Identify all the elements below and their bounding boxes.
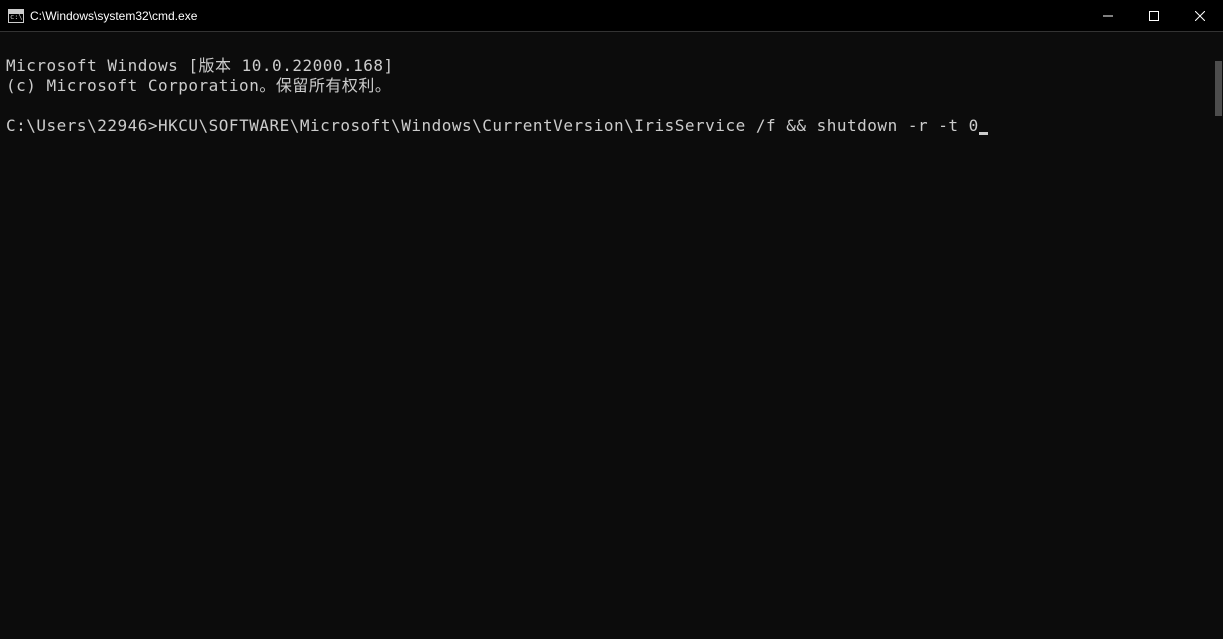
scrollbar[interactable] [1207,33,1222,633]
scrollbar-thumb[interactable] [1215,61,1222,116]
close-icon [1195,11,1205,21]
terminal-line-copyright: (c) Microsoft Corporation。保留所有权利。 [6,76,1217,96]
close-button[interactable] [1177,0,1223,31]
title-left: c:\ C:\Windows\system32\cmd.exe [8,9,197,23]
title-bar[interactable]: c:\ C:\Windows\system32\cmd.exe [0,0,1223,32]
terminal-content[interactable]: Microsoft Windows [版本 10.0.22000.168](c)… [0,32,1223,639]
terminal-cursor [979,132,988,135]
terminal-prompt: C:\Users\22946> [6,116,158,135]
minimize-icon [1103,11,1113,21]
window-title: C:\Windows\system32\cmd.exe [30,9,197,23]
minimize-button[interactable] [1085,0,1131,31]
terminal-line-version: Microsoft Windows [版本 10.0.22000.168] [6,56,1217,76]
maximize-icon [1149,11,1159,21]
terminal-command-line: C:\Users\22946>HKCU\SOFTWARE\Microsoft\W… [6,116,1217,136]
window-controls [1085,0,1223,31]
maximize-button[interactable] [1131,0,1177,31]
terminal-command: HKCU\SOFTWARE\Microsoft\Windows\CurrentV… [158,116,979,135]
cmd-icon: c:\ [8,9,24,23]
